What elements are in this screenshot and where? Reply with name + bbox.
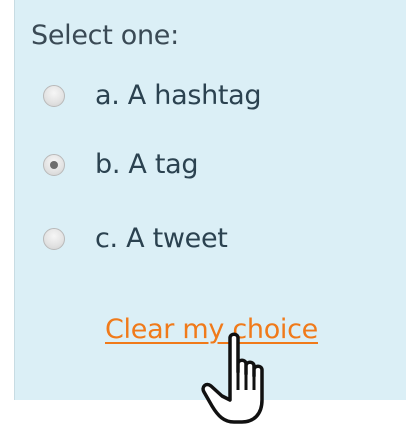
- radio-a[interactable]: [43, 84, 65, 107]
- option-b-label[interactable]: b. A tag: [95, 149, 199, 180]
- option-c-label[interactable]: c. A tweet: [95, 223, 228, 254]
- option-b[interactable]: b. A tag: [43, 149, 199, 180]
- option-a[interactable]: a. A hashtag: [43, 80, 262, 111]
- select-prompt: Select one:: [31, 20, 179, 51]
- clear-choice-link[interactable]: Clear my choice: [105, 314, 318, 345]
- option-c[interactable]: c. A tweet: [43, 223, 228, 254]
- option-a-label[interactable]: a. A hashtag: [95, 80, 262, 111]
- radio-c[interactable]: [43, 227, 65, 250]
- answer-panel: Select one: a. A hashtag b. A tag c. A t…: [14, 0, 406, 400]
- radio-b[interactable]: [43, 153, 65, 176]
